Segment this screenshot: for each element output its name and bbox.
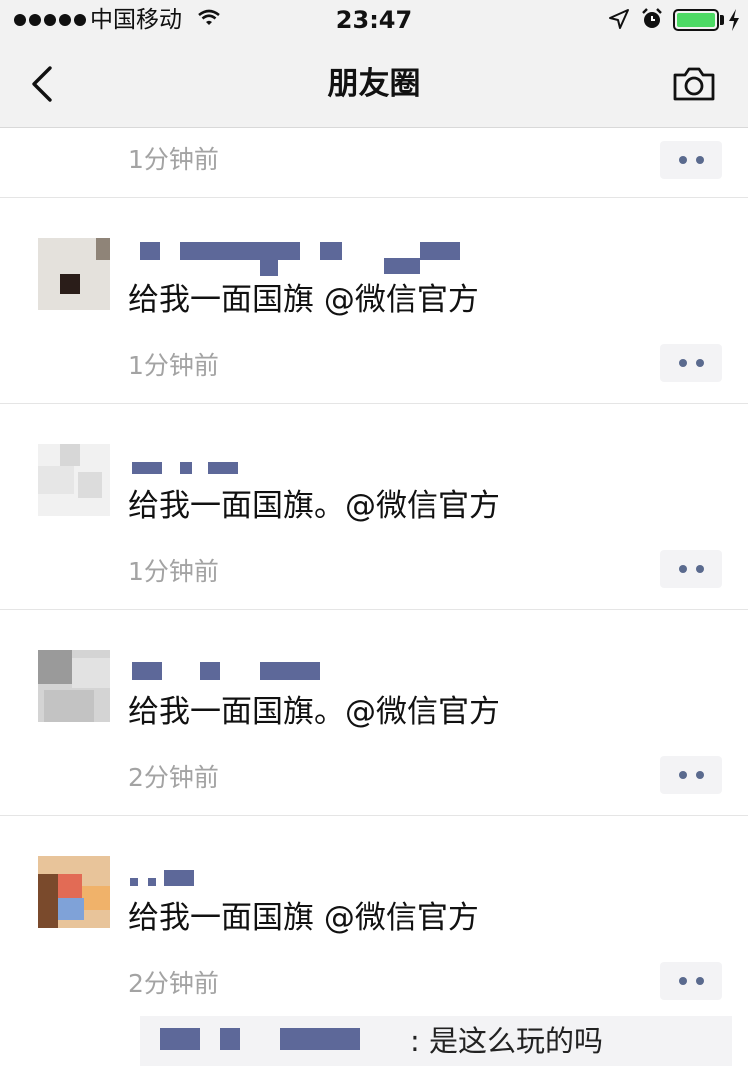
more-actions-button[interactable]	[660, 756, 722, 794]
post-timestamp: 2分钟前	[128, 969, 219, 998]
more-actions-button[interactable]	[660, 141, 722, 179]
feed-post: 给我一面国旗 @微信官方 1分钟前	[0, 198, 748, 404]
battery-tip	[720, 15, 724, 25]
post-timestamp: 1分钟前	[128, 145, 219, 174]
camera-icon[interactable]	[672, 66, 716, 102]
moments-feed: 1分钟前 给我一面国旗 @微信官方 1分钟前 给我一面国旗。@微信官方 1分钟前…	[0, 128, 748, 1091]
feed-post: 给我一面国旗 @微信官方 2分钟前 : 是这么玩的吗	[0, 816, 748, 1091]
more-dots-icon	[678, 771, 687, 779]
feed-post: 给我一面国旗。@微信官方 2分钟前	[0, 610, 748, 816]
clock-time: 23:47	[335, 6, 413, 34]
avatar[interactable]	[38, 444, 110, 516]
author-name-pixelated[interactable]	[128, 442, 468, 482]
author-name-pixelated[interactable]	[128, 648, 468, 688]
navigation-bar: 朋友圈	[0, 40, 748, 128]
avatar[interactable]	[38, 238, 110, 310]
feed-post: 给我一面国旗。@微信官方 1分钟前	[0, 404, 748, 610]
post-text: 给我一面国旗。@微信官方	[128, 488, 500, 524]
more-dots-icon	[678, 977, 687, 985]
charging-bolt-icon	[729, 9, 739, 31]
more-actions-button[interactable]	[660, 344, 722, 382]
post-timestamp: 1分钟前	[128, 557, 219, 586]
more-dots-icon	[678, 156, 687, 164]
feed-row-partial: 1分钟前	[0, 128, 748, 198]
post-text: 给我一面国旗。@微信官方	[128, 694, 500, 730]
comment-text: : 是这么玩的吗	[410, 1024, 603, 1058]
comment-area: : 是这么玩的吗	[140, 1016, 732, 1066]
more-dots-icon	[678, 359, 687, 367]
author-name-pixelated[interactable]	[128, 236, 468, 276]
battery-icon	[673, 9, 719, 31]
author-name-pixelated[interactable]	[128, 854, 468, 894]
avatar[interactable]	[38, 856, 110, 928]
avatar[interactable]	[38, 650, 110, 722]
location-arrow-icon	[609, 9, 629, 29]
post-timestamp: 1分钟前	[128, 351, 219, 380]
more-actions-button[interactable]	[660, 962, 722, 1000]
alarm-icon	[642, 8, 662, 28]
post-text: 给我一面国旗 @微信官方	[128, 900, 479, 936]
more-actions-button[interactable]	[660, 550, 722, 588]
more-dots-icon	[678, 565, 687, 573]
post-text: 给我一面国旗 @微信官方	[128, 282, 479, 318]
page-title: 朋友圈	[327, 66, 421, 102]
post-timestamp: 2分钟前	[128, 763, 219, 792]
status-bar: 中国移动 23:47	[0, 0, 748, 40]
